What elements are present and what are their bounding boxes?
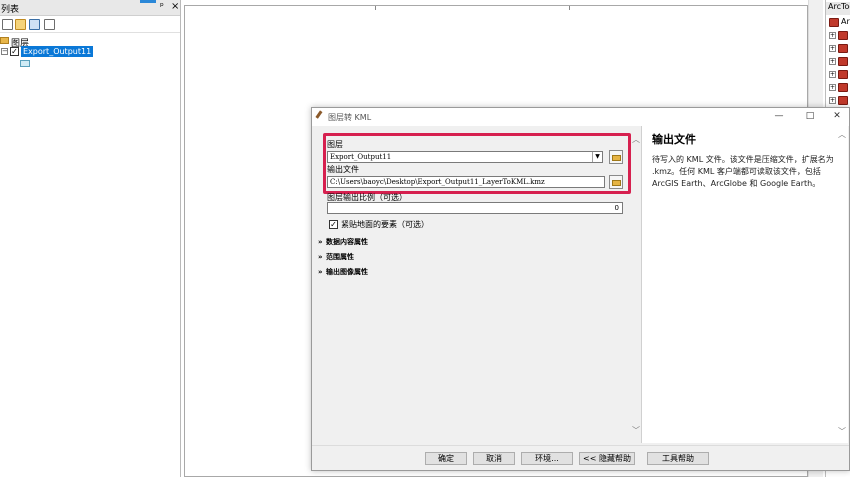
expand-icon[interactable]: + — [829, 71, 836, 78]
toolbox-icon — [838, 31, 848, 40]
dialog-button-bar: 确定 取消 环境... << 隐藏帮助 工具帮助 — [312, 445, 849, 470]
ok-button[interactable]: 确定 — [425, 452, 467, 465]
output-file-label: 输出文件 — [327, 165, 359, 174]
polygon-symbol-icon[interactable] — [20, 60, 30, 67]
chevron-down-icon[interactable]: ▼ — [592, 152, 602, 162]
toolbox-icon — [838, 44, 848, 53]
layer-visibility-checkbox[interactable]: ✓ — [10, 47, 19, 56]
toolbox-item[interactable]: + — [829, 96, 850, 106]
scroll-down-icon[interactable]: ﹀ — [632, 425, 640, 436]
cancel-button[interactable]: 取消 — [473, 452, 515, 465]
scroll-up-icon[interactable]: ︿ — [632, 134, 640, 145]
help-title: 输出文件 — [652, 133, 696, 146]
layer-combobox-value: Export_Output11 — [330, 153, 392, 161]
toc-toolbar — [0, 16, 180, 33]
list-by-source-icon[interactable] — [15, 19, 26, 30]
section-label: 数据内容属性 — [326, 238, 368, 246]
scale-input[interactable]: 0 — [327, 202, 623, 214]
toolbox-icon — [838, 70, 848, 79]
chevron-double-down-icon: » — [318, 253, 323, 261]
section-label: 范围属性 — [326, 253, 354, 261]
toolbox-root-label: Arc — [841, 17, 850, 26]
layer-field-label: 图层 — [327, 140, 343, 149]
tool-help-button[interactable]: 工具帮助 — [647, 452, 709, 465]
section-extent-properties[interactable]: » 范围属性 — [318, 252, 354, 263]
toolbox-icon — [838, 57, 848, 66]
close-button[interactable]: ✕ — [826, 110, 848, 123]
toolbox-item[interactable]: + — [829, 31, 850, 41]
toolbox-icon — [838, 83, 848, 92]
scale-input-value: 0 — [614, 204, 619, 212]
toolbox-root-item[interactable]: Arc — [829, 17, 850, 28]
section-output-image-properties[interactable]: » 输出图像属性 — [318, 267, 368, 278]
options-icon[interactable] — [44, 19, 55, 30]
environments-button[interactable]: 环境... — [521, 452, 573, 465]
layer-to-kml-dialog: 图层转 KML — □ ✕ 图层 Export_Output11 ▼ 输出文件 … — [311, 107, 850, 471]
toolbox-icon — [829, 18, 839, 27]
section-label: 输出图像属性 — [326, 268, 368, 276]
section-data-content-properties[interactable]: » 数据内容属性 — [318, 237, 368, 248]
layer-row-export-output11[interactable]: − ✓ Export_Output11 — [0, 46, 180, 58]
arctoolbox-title: ArcToolbox — [826, 2, 850, 15]
output-browse-button[interactable] — [609, 175, 623, 189]
table-of-contents-panel: 列表 ᵖ × 图层 − ✓ Export_Output11 — [0, 0, 181, 477]
layer-name-label[interactable]: Export_Output11 — [21, 46, 94, 57]
list-by-drawing-order-icon[interactable] — [2, 19, 13, 30]
expand-icon[interactable]: + — [829, 45, 836, 52]
hammer-icon — [315, 110, 327, 122]
chevron-double-down-icon: » — [318, 268, 323, 276]
folder-open-icon — [612, 180, 621, 186]
help-pane: 输出文件 待写入的 KML 文件。该文件是压缩文件，扩展名为 .kmz。任何 K… — [641, 126, 848, 443]
layer-browse-button[interactable] — [609, 150, 623, 164]
toolbox-item[interactable]: + — [829, 57, 850, 67]
active-tab-indicator — [140, 0, 156, 3]
collapse-icon[interactable]: − — [1, 48, 8, 55]
scroll-up-icon[interactable]: ︿ — [838, 129, 846, 140]
maximize-button[interactable]: □ — [799, 110, 821, 123]
dialog-titlebar[interactable]: 图层转 KML — □ ✕ — [312, 108, 849, 126]
list-by-visibility-icon[interactable] — [29, 19, 40, 30]
expand-icon[interactable]: + — [829, 84, 836, 91]
minimize-button[interactable]: — — [768, 110, 790, 123]
layers-folder-icon — [0, 37, 9, 44]
pin-icon[interactable]: ᵖ — [160, 2, 164, 12]
parameters-pane: 图层 Export_Output11 ▼ 输出文件 C:\Users\baoyc… — [314, 128, 642, 443]
expand-icon[interactable]: + — [829, 97, 836, 104]
ruler-mark — [375, 6, 376, 10]
toolbox-item[interactable]: + — [829, 83, 850, 93]
hide-help-button[interactable]: << 隐藏帮助 — [579, 452, 635, 465]
expand-icon[interactable]: + — [829, 58, 836, 65]
toolbox-item[interactable]: + — [829, 44, 850, 54]
close-icon[interactable]: × — [171, 1, 179, 12]
layer-combobox[interactable]: Export_Output11 ▼ — [327, 151, 603, 163]
clamp-to-ground-label: 紧贴地面的要素（可选） — [341, 220, 429, 229]
toolbox-icon — [838, 96, 848, 105]
dialog-title: 图层转 KML — [328, 113, 372, 122]
expand-icon[interactable]: + — [829, 32, 836, 39]
ruler-mark — [569, 6, 570, 10]
toc-title: 列表 — [1, 5, 20, 15]
clamp-to-ground-checkbox[interactable]: ✓ — [329, 220, 338, 229]
output-file-input[interactable]: C:\Users\baoyc\Desktop\Export_Output11_L… — [327, 176, 605, 188]
scroll-down-icon[interactable]: ﹀ — [838, 426, 846, 437]
chevron-double-down-icon: » — [318, 238, 323, 246]
help-text: 待写入的 KML 文件。该文件是压缩文件，扩展名为 .kmz。任何 KML 客户… — [652, 155, 834, 188]
folder-open-icon — [612, 155, 621, 161]
toolbox-item[interactable]: + — [829, 70, 850, 80]
